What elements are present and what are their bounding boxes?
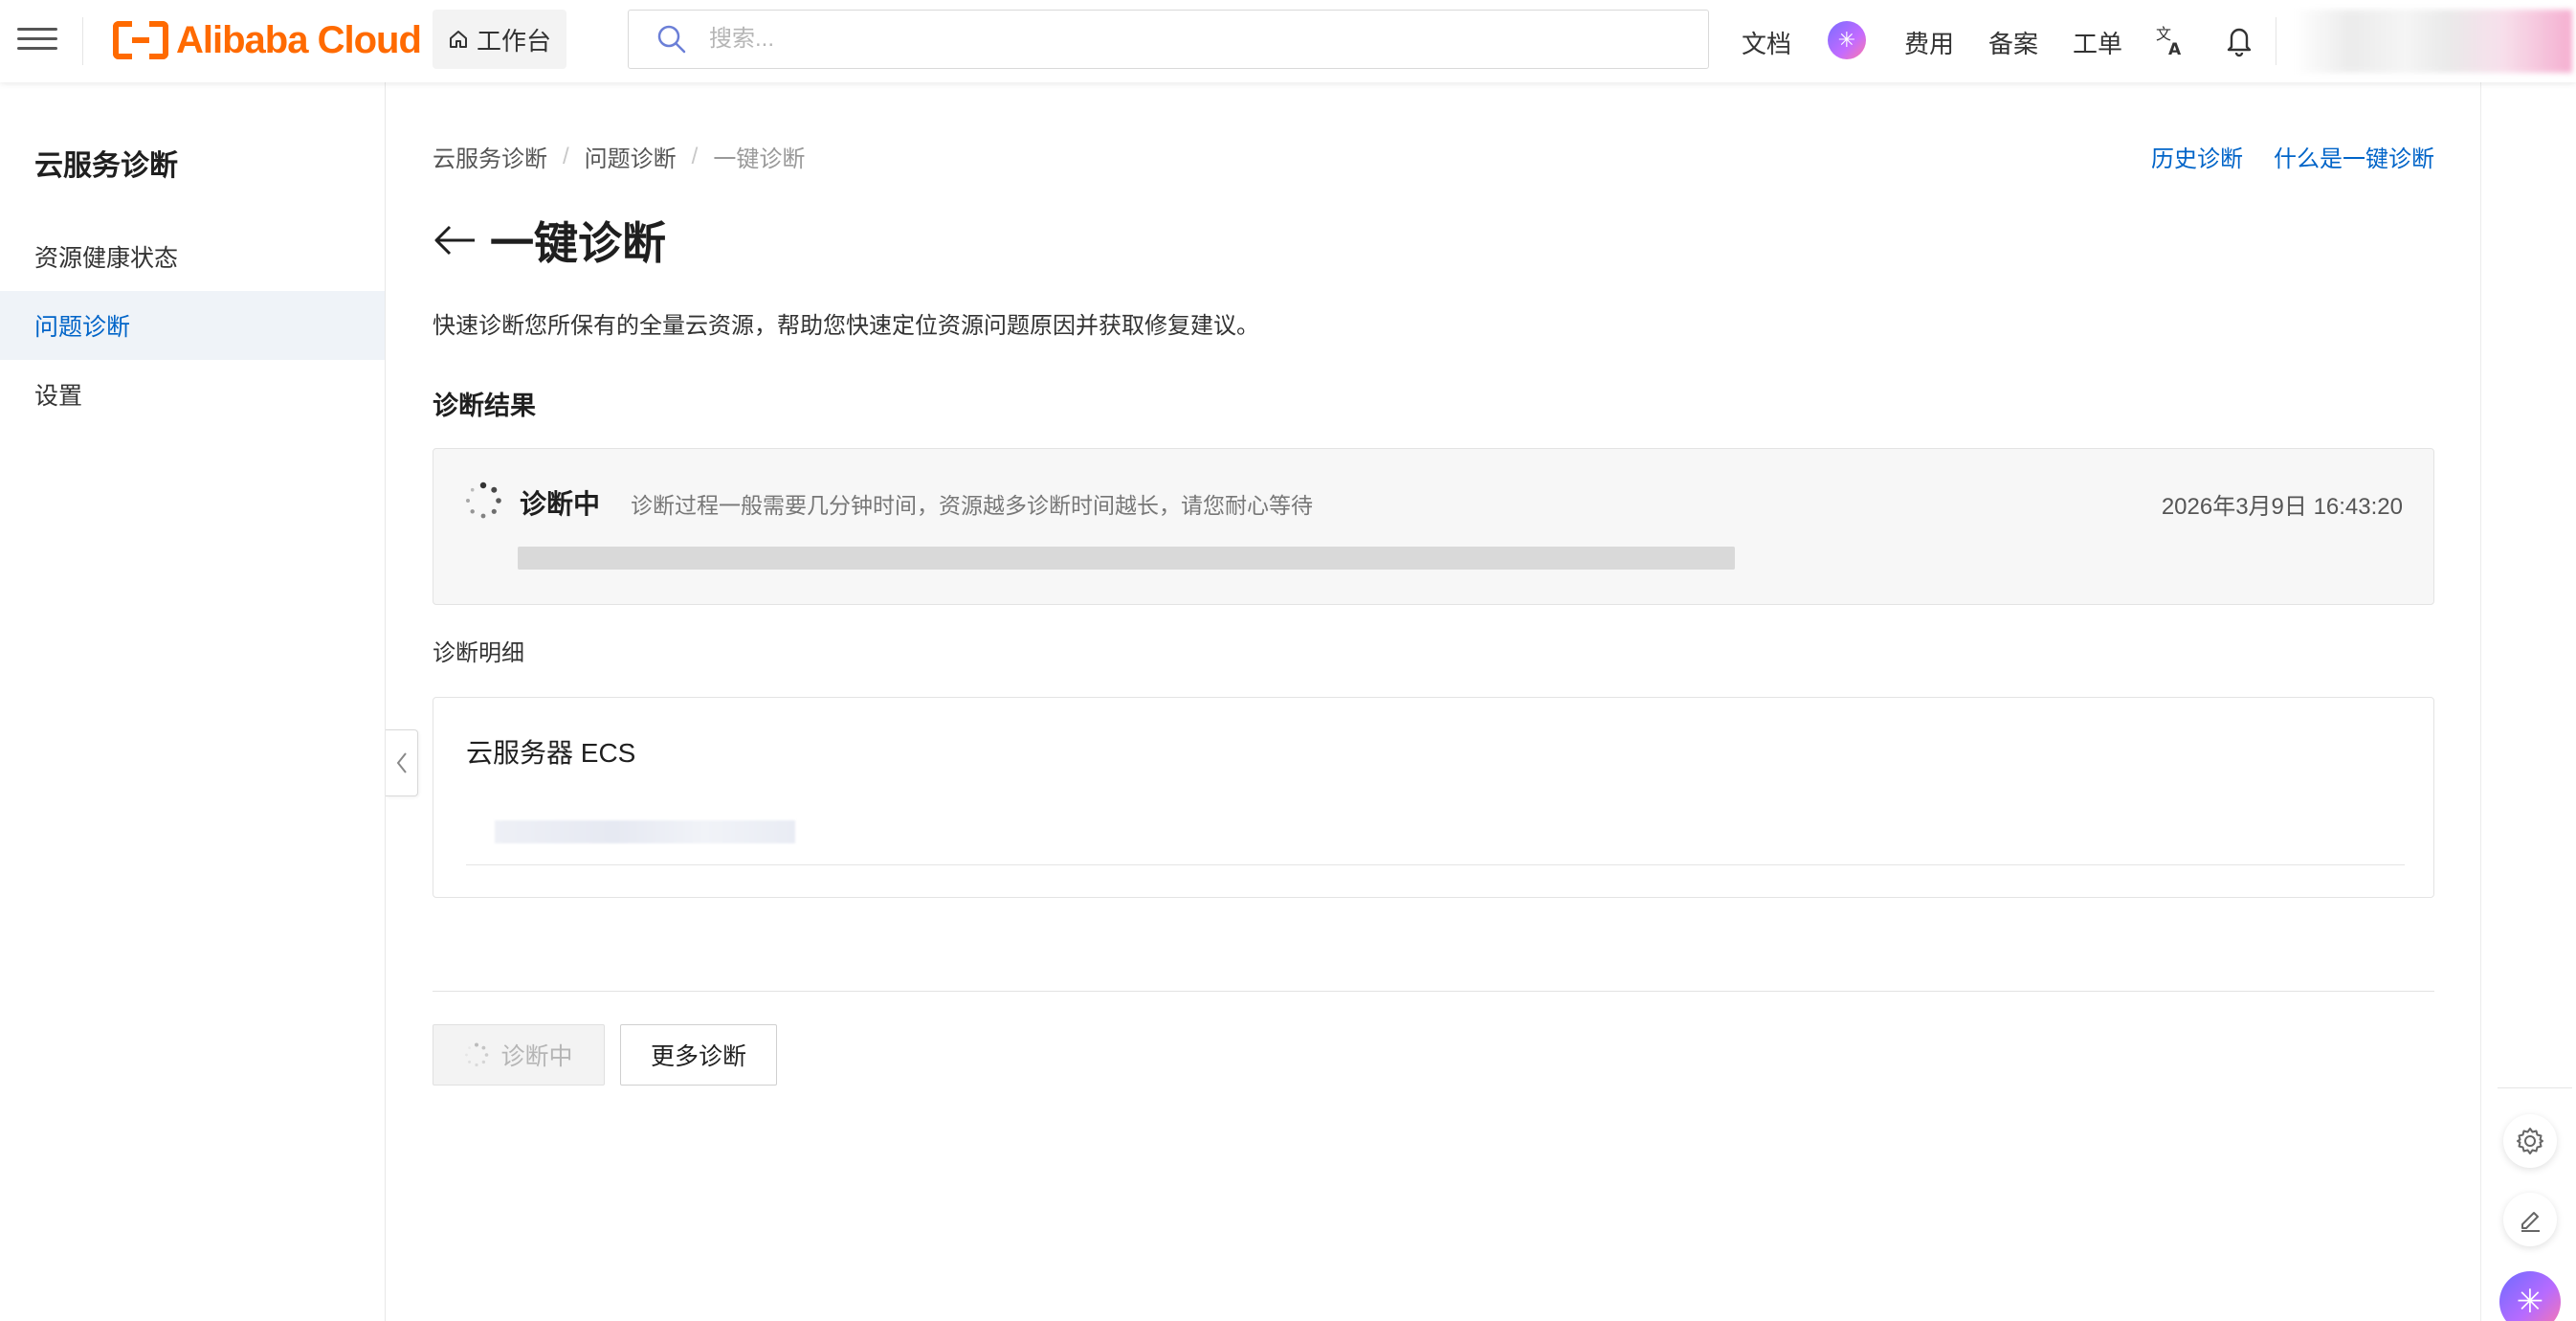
sidebar-collapse-button[interactable]: [386, 729, 418, 796]
sidebar-item-label: 设置: [34, 383, 83, 410]
divider: [466, 864, 2405, 865]
loading-spinner-icon: [466, 481, 501, 519]
nav-icp-filing[interactable]: 备案: [1988, 25, 2038, 60]
sidebar-item-label: 资源健康状态: [34, 245, 179, 272]
nav-billing[interactable]: 费用: [1904, 25, 1954, 60]
home-icon: [449, 31, 467, 48]
breadcrumb: 云服务诊断 / 问题诊断 / 一键诊断: [433, 140, 805, 173]
page-title: 一键诊断: [490, 218, 666, 268]
workbench-button[interactable]: 工作台: [433, 10, 566, 69]
loading-placeholder: [495, 820, 795, 843]
search-icon: [657, 25, 686, 54]
history-diagnosis-link[interactable]: 历史诊断: [2151, 140, 2243, 173]
progress-bar: [518, 547, 1735, 570]
brand-logo[interactable]: Alibaba Cloud: [113, 15, 422, 65]
result-section-title: 诊断结果: [433, 392, 536, 420]
breadcrumb-separator: /: [563, 143, 569, 169]
sidebar-item-resource-health[interactable]: 资源健康状态: [0, 222, 385, 291]
search-box[interactable]: [628, 10, 1709, 69]
detail-section-title: 诊断明细: [433, 640, 524, 666]
language-icon[interactable]: 文 A: [2155, 23, 2187, 57]
feedback-button[interactable]: [2503, 1193, 2557, 1246]
back-arrow-icon[interactable]: [433, 221, 477, 259]
breadcrumb-separator: /: [691, 143, 699, 169]
edit-icon: [2521, 1212, 2540, 1232]
chevron-left-icon: [396, 752, 407, 773]
breadcrumb-item-cloud-diagnosis[interactable]: 云服务诊断: [433, 140, 547, 173]
status-label: 诊断中: [520, 489, 601, 519]
sidebar-item-problem-diagnosis[interactable]: 问题诊断: [0, 291, 385, 360]
breadcrumb-item-problem-diagnosis[interactable]: 问题诊断: [585, 140, 677, 173]
top-navigation-bar: Alibaba Cloud 工作台 文档 ✳ 费用 备案 工单 文 A: [0, 0, 2576, 82]
status-timestamp: 2026年3月9日 16:43:20: [2161, 494, 2403, 520]
divider: [2498, 1087, 2572, 1088]
sidebar-title: 云服务诊断: [34, 150, 178, 182]
detail-card-title: 云服务器 ECS: [466, 738, 636, 768]
alibaba-cloud-logo-icon: [113, 21, 168, 59]
brand-name: Alibaba Cloud: [176, 18, 422, 61]
breadcrumb-item-current: 一键诊断: [713, 146, 806, 172]
diagnosing-button-label: 诊断中: [500, 1043, 573, 1070]
more-diagnosis-button-label: 更多诊断: [650, 1043, 746, 1070]
workbench-label: 工作台: [476, 26, 551, 56]
diagnosis-status-card: 诊断中 诊断过程一般需要几分钟时间，资源越多诊断时间越长，请您耐心等待 2026…: [433, 448, 2434, 605]
page-header: 一键诊断: [433, 209, 666, 272]
sidebar: 云服务诊断 资源健康状态 问题诊断 设置: [0, 82, 386, 1321]
bell-icon[interactable]: [2224, 23, 2254, 57]
divider: [433, 991, 2434, 992]
divider: [82, 17, 83, 65]
more-diagnosis-button[interactable]: 更多诊断: [620, 1024, 777, 1086]
search-input[interactable]: [709, 26, 1570, 53]
svg-text:A: A: [2168, 40, 2182, 57]
status-hint: 诊断过程一般需要几分钟时间，资源越多诊断时间越长，请您耐心等待: [631, 493, 1313, 518]
ai-assistant-icon[interactable]: ✳: [1828, 21, 1866, 59]
nav-tickets[interactable]: 工单: [2073, 25, 2122, 60]
what-is-diagnosis-link[interactable]: 什么是一键诊断: [2274, 140, 2434, 173]
sidebar-item-settings[interactable]: 设置: [0, 360, 385, 429]
sidebar-item-label: 问题诊断: [34, 314, 131, 341]
loading-spinner-icon: [465, 1042, 489, 1067]
detail-card-ecs: 云服务器 ECS: [433, 697, 2434, 898]
menu-icon[interactable]: [17, 21, 57, 59]
settings-button[interactable]: [2503, 1114, 2557, 1168]
page-description: 快速诊断您所保有的全量云资源，帮助您快速定位资源问题原因并获取修复建议。: [433, 313, 1259, 339]
diagnosing-button[interactable]: 诊断中: [433, 1024, 605, 1086]
user-account-avatar[interactable]: [2295, 10, 2572, 73]
gear-icon: [2517, 1128, 2543, 1154]
progress-fill: [518, 547, 1735, 570]
nav-docs[interactable]: 文档: [1742, 25, 1791, 60]
